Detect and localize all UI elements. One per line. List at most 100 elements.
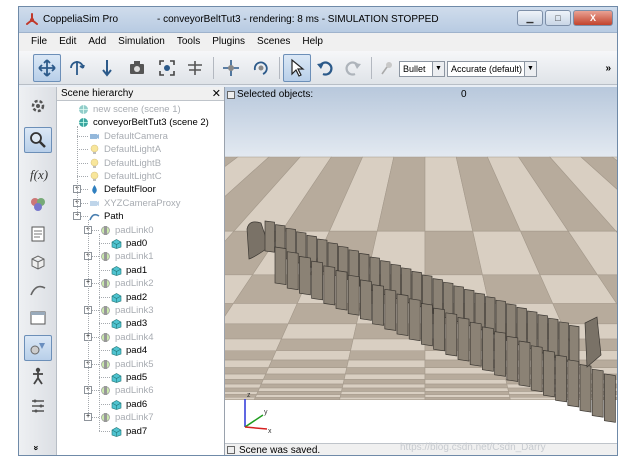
- hierarchy-item-label: pad6: [126, 398, 148, 410]
- menu-simulation[interactable]: Simulation: [112, 33, 171, 51]
- light-bulb-icon: [90, 144, 99, 155]
- status-toggle-button[interactable]: [227, 446, 235, 454]
- ik-button[interactable]: [24, 363, 52, 389]
- hierarchy-item[interactable]: padLink5: [100, 358, 154, 371]
- light-bulb-icon: [90, 158, 99, 168]
- scripts-button[interactable]: [24, 221, 52, 247]
- object-shift-button[interactable]: [217, 54, 245, 82]
- hierarchy-item[interactable]: pad5: [111, 371, 147, 384]
- hierarchy-item[interactable]: padLink0: [100, 224, 154, 237]
- hierarchy-item[interactable]: pad1: [111, 264, 147, 277]
- conveyor-pad: [445, 312, 458, 357]
- floor-tile: [259, 383, 344, 389]
- object-rotate-button[interactable]: [247, 54, 275, 82]
- floor-tile: [265, 367, 348, 375]
- hierarchy-item[interactable]: padLink3: [100, 304, 154, 317]
- hierarchy-item-label: pad4: [126, 345, 148, 357]
- simulation-settings-button[interactable]: [24, 93, 52, 119]
- page-selector-button[interactable]: [24, 305, 52, 331]
- hierarchy-item[interactable]: DefaultLightA: [89, 143, 161, 156]
- conveyor-pad: [311, 260, 323, 301]
- maximize-button[interactable]: □: [545, 10, 571, 26]
- hierarchy-item-label: Path: [104, 211, 124, 223]
- redo-button[interactable]: [339, 54, 367, 82]
- hierarchy-item[interactable]: pad6: [111, 398, 147, 411]
- hierarchy-item-label: DefaultFloor: [104, 184, 156, 196]
- scene-hierarchy-toggle-button[interactable]: [24, 127, 52, 153]
- user-settings-button[interactable]: [24, 393, 52, 419]
- hierarchy-item[interactable]: pad3: [111, 317, 147, 330]
- hierarchy-item[interactable]: DefaultLightB: [89, 157, 161, 170]
- hierarchy-item[interactable]: padLink2: [100, 277, 154, 290]
- close-button[interactable]: X: [573, 10, 613, 26]
- status-message: Scene was saved.: [239, 445, 321, 456]
- x-axis-label: x: [268, 428, 272, 435]
- hierarchy-item[interactable]: padLink7: [100, 411, 154, 424]
- floor-tile: [254, 394, 342, 398]
- hierarchy-item[interactable]: padLink4: [100, 331, 154, 344]
- hierarchy-item-label: DefaultCamera: [104, 130, 168, 142]
- collections-button[interactable]: [24, 191, 52, 217]
- conveyor-pad: [457, 317, 470, 362]
- dynamics-toggle-button[interactable]: [373, 54, 401, 82]
- hierarchy-item[interactable]: conveyorBeltTut3 (scene 2): [78, 116, 209, 129]
- path-edit-button[interactable]: [24, 277, 52, 303]
- menu-edit[interactable]: Edit: [53, 33, 82, 51]
- menu-tools[interactable]: Tools: [171, 33, 206, 51]
- floor-tile: [424, 373, 507, 380]
- camera-shift-button[interactable]: [93, 54, 121, 82]
- physics-engine-select[interactable]: Bullet ▼: [399, 61, 445, 77]
- camera-angle-button[interactable]: [123, 54, 151, 82]
- floor-tile: [348, 350, 426, 361]
- click-selection-button[interactable]: [283, 54, 311, 82]
- menu-plugins[interactable]: Plugins: [206, 33, 251, 51]
- calculation-modules-button[interactable]: f(x): [24, 161, 52, 187]
- hierarchy-item[interactable]: pad0: [111, 237, 147, 250]
- window-title-app: CoppeliaSim Pro: [43, 14, 119, 25]
- menu-file[interactable]: File: [25, 33, 53, 51]
- hierarchy-item[interactable]: padLink6: [100, 384, 154, 397]
- hierarchy-item-label: conveyorBeltTut3 (scene 2): [93, 117, 209, 129]
- dragonfly-icon: [188, 61, 202, 75]
- title-bar[interactable]: CoppeliaSim Pro - conveyorBeltTut3 - ren…: [19, 7, 617, 33]
- shape-edit-button[interactable]: [24, 249, 52, 275]
- menu-help[interactable]: Help: [296, 33, 329, 51]
- hierarchy-item[interactable]: Path: [89, 210, 124, 223]
- hierarchy-item[interactable]: XYZCameraProxy: [89, 197, 181, 210]
- menu-scenes[interactable]: Scenes: [251, 33, 296, 51]
- fit-view-icon: [159, 60, 175, 76]
- undo-button[interactable]: [311, 54, 339, 82]
- app-window: CoppeliaSim Pro - conveyorBeltTut3 - ren…: [18, 6, 618, 456]
- floor-tile: [424, 230, 483, 276]
- hierarchy-item-label: XYZCameraProxy: [104, 197, 181, 209]
- scene-viewport[interactable]: z y x Selected objects: 0: [225, 87, 618, 455]
- hierarchy-item[interactable]: DefaultFloor: [89, 183, 156, 196]
- tree-connector: [77, 176, 88, 177]
- hierarchy-item[interactable]: pad2: [111, 291, 147, 304]
- cursor-pointer-icon: [291, 58, 305, 77]
- engine-accuracy-select[interactable]: Accurate (default) ▼: [447, 61, 537, 77]
- toolbar-overflow-button[interactable]: »: [605, 63, 611, 74]
- scene-3d-view[interactable]: z y x: [225, 87, 618, 443]
- menu-add[interactable]: Add: [82, 33, 112, 51]
- conveyor-pad: [530, 345, 543, 393]
- info-toggle-button[interactable]: [227, 91, 235, 99]
- hierarchy-item[interactable]: DefaultLightC: [89, 170, 162, 183]
- floor-tile: [268, 359, 349, 369]
- close-icon[interactable]: ✕: [212, 87, 221, 101]
- hierarchy-item[interactable]: pad4: [111, 344, 147, 357]
- hierarchy-item[interactable]: DefaultCamera: [89, 130, 168, 143]
- scene-hierarchy-tree[interactable]: new scene (scene 1) conveyorBeltTut3 (sce…: [57, 101, 224, 455]
- hierarchy-item[interactable]: new scene (scene 1): [78, 103, 181, 116]
- hierarchy-item[interactable]: padLink1: [100, 250, 154, 263]
- model-browser-button[interactable]: [24, 335, 52, 361]
- floor-tile: [424, 396, 511, 400]
- hierarchy-item[interactable]: pad7: [111, 425, 147, 438]
- camera-fly-button[interactable]: [181, 54, 209, 82]
- camera-rotate-button[interactable]: [63, 54, 91, 82]
- camera-pan-button[interactable]: [33, 54, 61, 82]
- minimize-button[interactable]: ▁: [517, 10, 543, 26]
- selected-objects-count: 0: [461, 89, 467, 100]
- fit-to-view-button[interactable]: [153, 54, 181, 82]
- left-toolbar-overflow-button[interactable]: »: [32, 445, 42, 450]
